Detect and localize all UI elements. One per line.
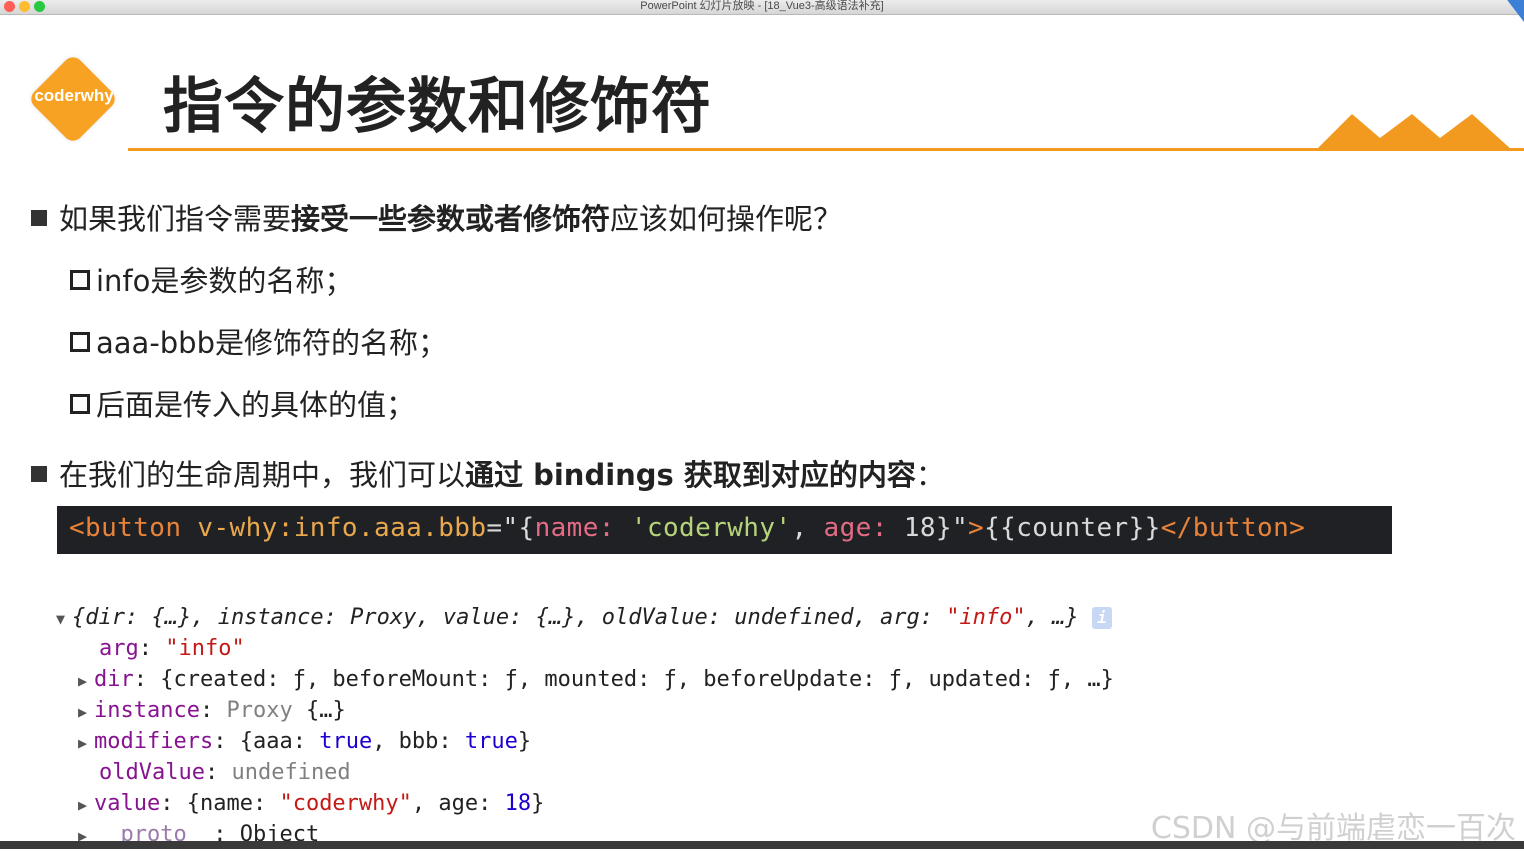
- logo-text: coderwhy: [34, 86, 114, 105]
- hollow-square-icon: [70, 270, 90, 290]
- prop-key: oldValue: [99, 760, 205, 785]
- code-open-tag: <button: [69, 513, 182, 543]
- code-content: {{counter}}: [984, 513, 1161, 543]
- sub-bullet-value: 后面是传入的具体的值；: [70, 382, 415, 424]
- prop-value: "info": [165, 636, 245, 661]
- sub-bullet-text: 后面是传入的具体的值；: [96, 388, 416, 422]
- prop-key: value: [94, 791, 161, 816]
- hollow-square-icon: [70, 332, 90, 352]
- bullet-text-c: ：: [915, 458, 945, 492]
- console-row-value[interactable]: ▶ value: {name: "coderwhy", age: 18}: [78, 788, 544, 819]
- bullet-text-a: 在我们的生命周期中，我们可以: [59, 458, 466, 492]
- bullet-text-bold: 通过 bindings 获取到对应的内容: [465, 458, 916, 492]
- bullet-question: 如果我们指令需要接受一些参数或者修饰符应该如何操作呢？: [31, 196, 842, 238]
- code-gt: >: [968, 513, 985, 543]
- info-icon[interactable]: i: [1091, 607, 1112, 629]
- square-bullet-icon: [31, 466, 47, 482]
- sub-bullet-text: aaa-bbb是修饰符的名称；: [96, 326, 448, 360]
- bullet-text-c: 应该如何操作呢？: [610, 202, 843, 236]
- prop-number: 18: [504, 791, 532, 816]
- prop-key: arg: [99, 636, 139, 661]
- window-titlebar: PowerPoint 幻灯片放映 - [18_Vue3-高级语法补充]: [0, 0, 1524, 22]
- collapsed-triangle-icon[interactable]: ▶: [78, 697, 94, 728]
- prop-value: {created: ƒ, beforeMount: ƒ, mounted: ƒ,…: [160, 667, 1114, 692]
- window-title: PowerPoint 幻灯片放映 - [18_Vue3-高级语法补充]: [640, 0, 884, 12]
- mountains-decoration-icon: [1316, 114, 1512, 150]
- prop-key: dir: [94, 667, 134, 692]
- summary-arg: "info": [946, 605, 1026, 630]
- sub-bullet-modifiers: aaa-bbb是修饰符的名称；: [70, 320, 447, 362]
- prop-value: }: [531, 791, 545, 816]
- code-key-age: age:: [823, 513, 888, 543]
- code-close-tag: </button>: [1160, 513, 1306, 543]
- collapsed-triangle-icon[interactable]: ▶: [78, 666, 94, 697]
- prop-bool: true: [464, 729, 518, 754]
- collapsed-triangle-icon[interactable]: ▶: [78, 728, 94, 759]
- bullet-text-bold: 接受一些参数或者修饰符: [291, 202, 611, 236]
- prop-value: }: [517, 729, 532, 754]
- prop-value: {aaa:: [239, 729, 320, 754]
- prop-string: "coderwhy": [279, 791, 412, 816]
- code-line: <button v-why:info.aaa.bbb="{name: 'code…: [69, 513, 1305, 543]
- console-row-instance[interactable]: ▶ instance: Proxy {…}: [78, 695, 346, 726]
- code-val-name: 'coderwhy': [614, 513, 792, 543]
- hollow-square-icon: [70, 394, 90, 414]
- bullet-bindings: 在我们的生命周期中，我们可以通过 bindings 获取到对应的内容：: [31, 452, 945, 494]
- code-block: <button v-why:info.aaa.bbb="{name: 'code…: [57, 506, 1392, 554]
- console-row-modifiers[interactable]: ▶ modifiers: {aaa: true, bbb: true}: [78, 726, 531, 757]
- summary-tail: , …}: [1025, 605, 1079, 630]
- sub-bullet-text: info是参数的名称；: [96, 264, 354, 298]
- header-divider: [128, 148, 1524, 151]
- slide-title: 指令的参数和修饰符: [163, 72, 712, 142]
- prop-bool: true: [319, 729, 373, 754]
- expanded-triangle-icon[interactable]: ▼: [56, 604, 72, 635]
- console-row-oldvalue: oldValue: undefined: [99, 760, 351, 785]
- console-row-dir[interactable]: ▶ dir: {created: ƒ, beforeMount: ƒ, mount…: [78, 664, 1114, 695]
- prop-value: {name:: [186, 791, 280, 816]
- prop-type: Proxy: [226, 698, 293, 723]
- collapsed-triangle-icon[interactable]: ▶: [78, 790, 94, 821]
- bullet-text-a: 如果我们指令需要: [59, 202, 292, 236]
- prop-key: modifiers: [94, 729, 214, 754]
- console-row-arg: arg: "info": [99, 636, 245, 661]
- prop-value: undefined: [231, 760, 351, 785]
- code-val-age: 18}": [887, 513, 969, 543]
- summary-text: {dir: {…}, instance: Proxy, value: {…}, …: [72, 605, 947, 630]
- code-directive: v-why:info.aaa.bbb: [181, 513, 487, 543]
- prop-value: , age:: [411, 791, 505, 816]
- prop-value: , bbb:: [372, 729, 465, 754]
- prop-key: instance: [94, 698, 200, 723]
- code-key-name: name:: [534, 513, 615, 543]
- code-comma: ,: [791, 513, 824, 543]
- bottom-bar: [0, 841, 1524, 849]
- console-summary-row[interactable]: ▼ {dir: {…}, instance: Proxy, value: {…},…: [56, 602, 1112, 633]
- sub-bullet-info: info是参数的名称；: [70, 258, 353, 300]
- prop-value: {…}: [305, 698, 346, 723]
- square-bullet-icon: [31, 210, 47, 226]
- code-eq: ="{: [486, 513, 535, 543]
